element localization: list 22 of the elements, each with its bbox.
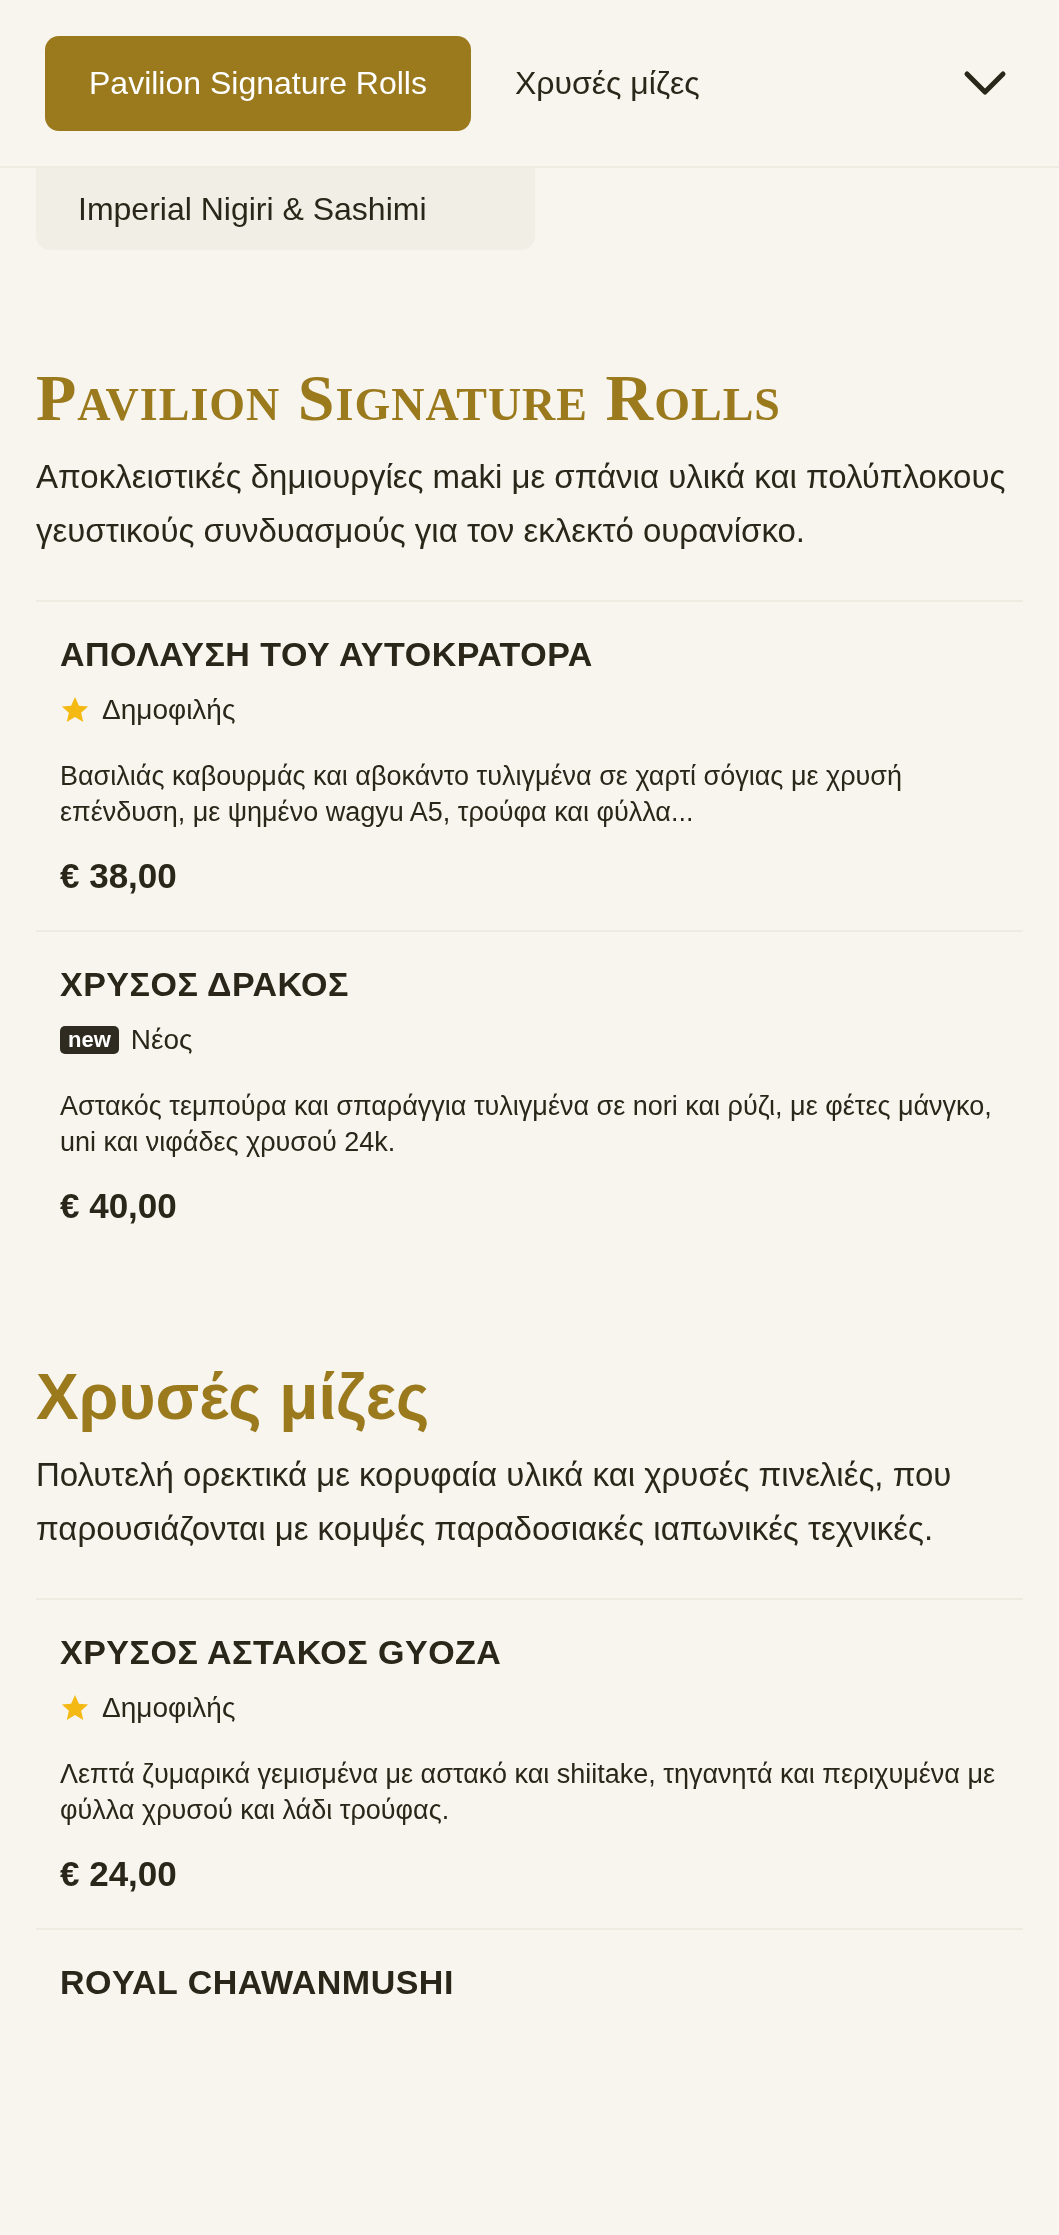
category-tab[interactable]: Χρυσές μίζες [470, 35, 744, 131]
category-tab[interactable]: Imperial Nigiri & Sashimi [36, 168, 535, 250]
dish-name: ROYAL CHAWANMUSHI [60, 1962, 455, 2003]
chevron-down-icon[interactable] [963, 69, 1007, 97]
dish-description: Λεπτά ζυμαρικά γεμισμένα με αστακό και shiitake, τηγανητά και περιχυμένα με φύλλα χρυσού και λάδι τρούφας. [60, 1758, 997, 1827]
dish-tag-label: Νέος [130, 1024, 193, 1056]
section-description: Πολυτελή ορεκτικά με κορυφαία υλικά και χρυσές πινελιές, που παρουσιάζονται με κομψές παραδοσιακές ιαπωνικές τεχνικές. [36, 1455, 953, 1549]
section-description: Αποκλειστικές δημιουργίες maki με σπάνια υλικά και πολύπλοκους γευστικούς συνδυασμούς για τον εκλεκτό ουρανίσκο. [36, 457, 1007, 551]
dish-tag-label: Δημοφιλής [102, 1692, 236, 1724]
dish-description: Αστακός τεμπούρα και σπαράγγια τυλιγμένα σε nori και ρύζι, με φέτες μάνγκο, uni και νιφάδες χρυσού 24k. [60, 1090, 993, 1159]
dish-price: € 38,00 [60, 855, 178, 897]
section-title: Pavilion Signature Rolls [36, 360, 782, 436]
dish-name: ΧΡΥΣΟΣ ΑΣΤΑΚΟΣ GYOZA [60, 1632, 503, 1673]
dish-description: Βασιλιάς καβουρμάς και αβοκάντο τυλιγμένα σε χαρτί σόγιας με χρυσή επένδυση, με ψημένο wagyu A5, τρούφα και φύλλα... [60, 760, 903, 829]
dish-price: € 24,00 [60, 1853, 178, 1895]
new-badge: new [60, 1026, 119, 1054]
dish-name: ΑΠΟΛΑΥΣΗ ΤΟΥ ΑΥΤΟΚΡΑΤΟΡΑ [60, 634, 594, 675]
category-tab[interactable]: Pavilion Signature Rolls [45, 35, 471, 131]
dish-name: ΧΡΥΣΟΣ ΔΡΑΚΟΣ [60, 964, 350, 1005]
dish-tag-label: Δημοφιλής [102, 694, 236, 726]
dish-price: € 40,00 [60, 1185, 178, 1227]
section-title: Χρυσές μίζες [36, 1360, 431, 1434]
